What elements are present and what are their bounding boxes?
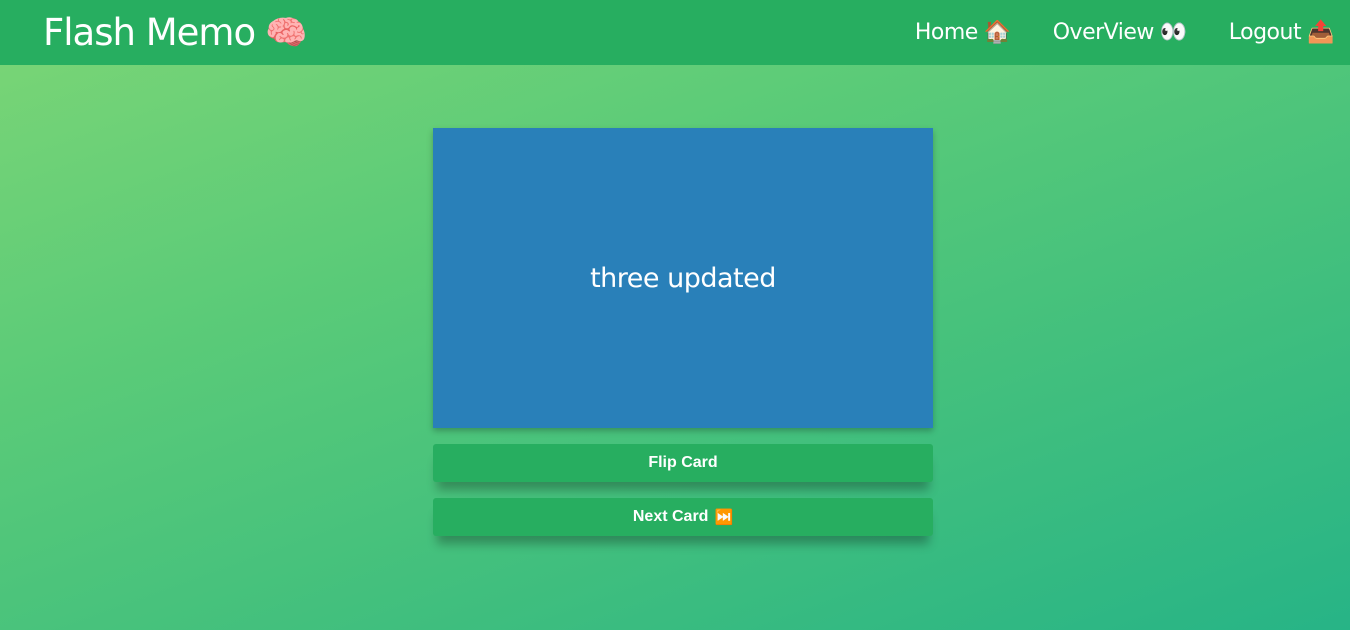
- flashcard[interactable]: three updated: [433, 128, 933, 428]
- brand-title: Flash Memo: [43, 11, 256, 54]
- flashcard-text: three updated: [590, 262, 776, 294]
- flip-card-button-label: Flip Card: [648, 454, 718, 471]
- nav-link-logout-label: Logout: [1228, 20, 1302, 45]
- nav-link-home[interactable]: Home 🏠: [915, 20, 1011, 45]
- nav-link-home-label: Home: [914, 20, 978, 45]
- nav-links: Home 🏠 OverView 👀 Logout 📤: [915, 20, 1335, 45]
- next-card-button[interactable]: Next Card ⏭️: [433, 498, 933, 536]
- next-card-button-label: Next Card: [632, 508, 709, 525]
- nav-link-overview[interactable]: OverView 👀: [1052, 20, 1188, 45]
- nav-link-overview-label: OverView: [1052, 20, 1155, 45]
- brain-icon: 🧠: [265, 12, 307, 53]
- brand-logo[interactable]: Flash Memo 🧠: [43, 11, 307, 54]
- outbox-tray-icon: 📤: [1307, 20, 1334, 45]
- house-icon: 🏠: [983, 20, 1011, 45]
- navbar: Flash Memo 🧠 Home 🏠 OverView 👀 Logout 📤: [0, 0, 1350, 65]
- flip-card-button[interactable]: Flip Card: [433, 444, 933, 482]
- nav-link-logout[interactable]: Logout 📤: [1228, 20, 1335, 45]
- fast-forward-icon: ⏭️: [714, 509, 734, 526]
- eyes-icon: 👀: [1159, 20, 1187, 45]
